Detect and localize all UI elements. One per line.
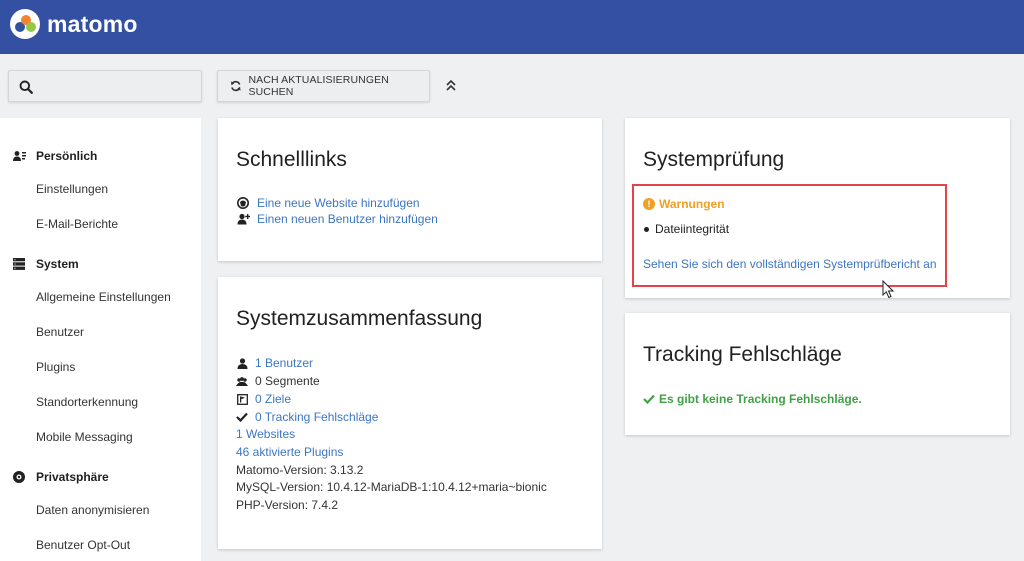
sidebar-item-users[interactable]: Benutzer (36, 325, 84, 339)
summary-matomo-version: Matomo-Version: 3.13.2 (236, 463, 364, 477)
sidebar-item-anonymize-data[interactable]: Daten anonymisieren (36, 503, 149, 517)
sidebar-section-label: Privatsphäre (36, 470, 109, 484)
sidebar-item-settings[interactable]: Einstellungen (36, 182, 108, 196)
sidebar-section-personal: Persönlich (12, 149, 97, 163)
refresh-icon (230, 80, 241, 92)
summary-php-version: PHP-Version: 7.4.2 (236, 498, 339, 512)
warnings-label: Warnungen (659, 197, 725, 211)
exclamation-circle-icon: ! (643, 198, 655, 210)
sidebar-section-label: System (36, 257, 79, 271)
logo-text: matomo (47, 10, 138, 37)
bullet-dot (644, 226, 649, 232)
system-summary-title: Systemzusammenfassung (236, 307, 483, 330)
summary-plugins-link[interactable]: 46 aktivierte Plugins (236, 444, 343, 460)
warnings-heading: ! Warnungen (643, 197, 725, 211)
sidebar-item-geolocation[interactable]: Standorterkennung (36, 395, 138, 409)
sidebar-item-plugins[interactable]: Plugins (36, 360, 75, 374)
check-icon (236, 411, 248, 423)
sidebar-item-mobile-messaging[interactable]: Mobile Messaging (36, 430, 133, 444)
add-user-icon (236, 212, 250, 226)
quicklinks-card: Schnelllinks Eine neue Website hinzufüge… (218, 118, 602, 261)
user-icon (236, 357, 248, 369)
quicklinks-title: Schnelllinks (236, 148, 347, 171)
user-card-icon (12, 149, 26, 163)
summary-goals-row[interactable]: 0 Ziele (236, 391, 291, 407)
matomo-logo-icon (10, 9, 40, 39)
sidebar-section-label: Persönlich (36, 149, 98, 163)
summary-tracking-link[interactable]: 0 Tracking Fehlschläge (255, 410, 378, 424)
sidebar-item-user-opt-out[interactable]: Benutzer Opt-Out (36, 538, 130, 552)
server-icon (12, 257, 26, 271)
summary-mysql-version: MySQL-Version: 10.4.12-MariaDB-1:10.4.12… (236, 480, 547, 494)
warning-item: Dateiintegrität (644, 222, 729, 236)
summary-segments-text: 0 Segmente (255, 374, 320, 388)
summary-users-row[interactable]: 1 Benutzer (236, 355, 313, 371)
system-check-title: Systemprüfung (643, 148, 785, 171)
system-summary-card: Systemzusammenfassung 1 Benutzer 0 Segme… (218, 277, 602, 549)
flag-icon (236, 393, 248, 405)
admin-sidebar: Persönlich Einstellungen E-Mail-Berichte… (0, 118, 201, 561)
segments-icon (236, 375, 248, 387)
add-website-link[interactable]: Eine neue Website hinzufügen (236, 196, 420, 210)
globe-icon (236, 196, 250, 210)
tracking-ok-text: Es gibt keine Tracking Fehlschläge. (659, 392, 862, 406)
eye-icon (12, 470, 26, 484)
tracking-failures-card: Tracking Fehlschläge (625, 313, 1010, 435)
tracking-ok-message: Es gibt keine Tracking Fehlschläge. (643, 392, 862, 406)
check-updates-label: NACH AKTUALISIERUNGEN SUCHEN (248, 74, 389, 98)
summary-segments-row: 0 Segmente (236, 373, 320, 389)
sidebar-item-email-reports[interactable]: E-Mail-Berichte (36, 217, 118, 231)
check-updates-button[interactable]: NACH AKTUALISIERUNGEN SUCHEN (217, 70, 430, 102)
warning-item-text: Dateiintegrität (655, 222, 730, 236)
summary-users-link[interactable]: 1 Benutzer (255, 356, 313, 370)
sidebar-section-system: System (12, 257, 79, 271)
menu-search-input[interactable] (8, 70, 202, 102)
add-user-link[interactable]: Einen neuen Benutzer hinzufügen (236, 212, 438, 226)
summary-websites-link[interactable]: 1 Websites (236, 426, 295, 442)
search-icon (19, 80, 33, 94)
mouse-cursor-icon (882, 280, 895, 299)
add-user-label: Einen neuen Benutzer hinzufügen (257, 212, 438, 226)
summary-tracking-row[interactable]: 0 Tracking Fehlschläge (236, 409, 378, 425)
double-chevron-up-icon[interactable] (444, 78, 458, 94)
sidebar-section-privacy: Privatsphäre (12, 470, 109, 484)
full-system-check-link[interactable]: Sehen Sie sich den vollständigen Systemp… (643, 257, 937, 271)
tracking-failures-title: Tracking Fehlschläge (643, 343, 842, 366)
add-website-label: Eine neue Website hinzufügen (257, 196, 420, 210)
sidebar-item-general-settings[interactable]: Allgemeine Einstellungen (36, 290, 171, 304)
top-header: matomo (0, 0, 1024, 54)
check-icon (643, 394, 655, 404)
summary-goals-link[interactable]: 0 Ziele (255, 392, 291, 406)
matomo-logo[interactable]: matomo (10, 9, 138, 39)
